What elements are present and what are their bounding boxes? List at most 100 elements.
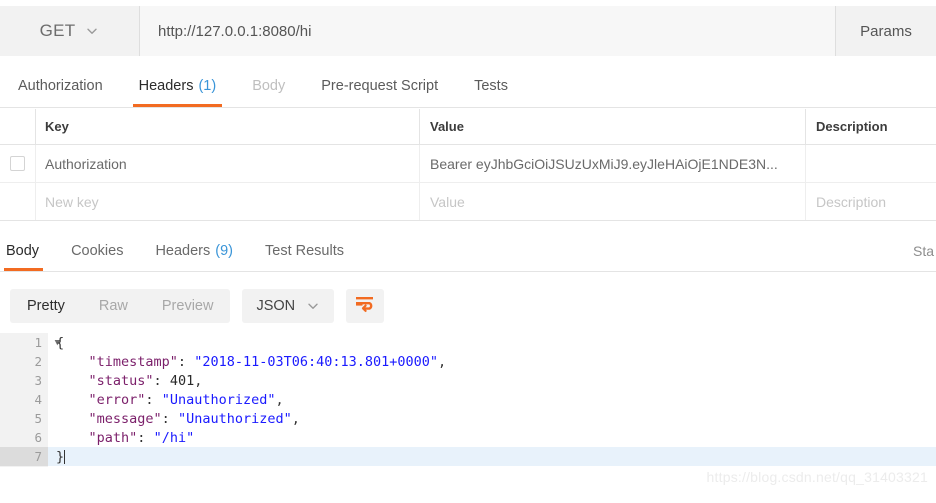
code-token: { (56, 334, 65, 351)
code-token: : (153, 372, 170, 389)
column-header-description-label: Description (816, 119, 888, 134)
response-tab-headers-count: (9) (215, 242, 233, 259)
tab-pre-request-script-label: Pre-request Script (321, 77, 439, 94)
response-tab-headers-label: Headers (155, 242, 211, 259)
tab-body-label: Body (252, 77, 286, 94)
code-line[interactable]: "message": "Unauthorized", (48, 409, 936, 428)
row-description-input[interactable] (806, 145, 936, 182)
code-token: : (161, 410, 178, 427)
new-row-description-input[interactable]: Description (806, 183, 936, 220)
response-body-editor[interactable]: 1 ▼ 2 3 4 5 6 7 { "timestamp": "2018-11-03T06:4… (0, 333, 936, 467)
postman-window: GET http://127.0.0.1:8080/hi Params Auth… (0, 0, 936, 503)
code-token: 401 (169, 372, 195, 389)
response-tab-cookies[interactable]: Cookies (55, 230, 139, 271)
tab-headers-count: (1) (198, 77, 217, 94)
row-checkbox[interactable] (10, 156, 25, 171)
line-number-label: 6 (34, 430, 42, 445)
new-row-value-input[interactable]: Value (420, 183, 806, 220)
view-mode-pretty-label: Pretty (27, 298, 65, 314)
language-selector[interactable]: JSON (242, 289, 335, 323)
code-token: "2018-11-03T06:40:13.801+0000" (194, 353, 439, 370)
line-number: 5 (0, 409, 48, 428)
response-tab-headers[interactable]: Headers (9) (139, 230, 249, 271)
response-tab-test-results[interactable]: Test Results (249, 230, 360, 271)
request-tab-bar: Authorization Headers (1) Body Pre-reque… (0, 64, 936, 108)
code-token: "Unauthorized" (161, 391, 276, 408)
language-selector-label: JSON (256, 298, 296, 314)
tab-headers[interactable]: Headers (1) (121, 64, 235, 107)
code-token: "Unauthorized" (177, 410, 292, 427)
line-number-label: 7 (34, 449, 42, 464)
code-line[interactable]: "timestamp": "2018-11-03T06:40:13.801+00… (48, 352, 936, 371)
http-method-label: GET (39, 21, 76, 40)
params-button-label: Params (860, 22, 912, 40)
chevron-down-icon (85, 24, 99, 38)
line-number: 3 (0, 371, 48, 390)
tab-body[interactable]: Body (234, 64, 303, 107)
editor-code-area[interactable]: { "timestamp": "2018-11-03T06:40:13.801+… (48, 333, 936, 467)
code-line[interactable]: "status": 401, (48, 371, 936, 390)
row-key-input[interactable]: Authorization (36, 145, 420, 182)
view-mode-raw[interactable]: Raw (82, 289, 145, 323)
line-number-label: 5 (34, 411, 42, 426)
request-url-value: http://127.0.0.1:8080/hi (158, 22, 312, 40)
chevron-down-icon (306, 299, 320, 313)
request-url-bar: GET http://127.0.0.1:8080/hi Params (0, 6, 936, 56)
tab-headers-label: Headers (138, 77, 194, 94)
new-row-description-placeholder: Description (816, 193, 887, 210)
http-method-selector[interactable]: GET (0, 6, 140, 56)
column-header-key: Key (36, 109, 420, 144)
line-number-label: 1 (34, 335, 42, 350)
line-number-label: 3 (34, 373, 42, 388)
view-mode-preview[interactable]: Preview (145, 289, 231, 323)
new-row-key-placeholder: New key (45, 193, 99, 210)
code-token: "error" (88, 391, 146, 408)
line-number: 1 ▼ (0, 333, 60, 352)
response-tab-body-label: Body (6, 242, 40, 259)
response-tab-bar: Body Cookies Headers (9) Test Results St… (0, 230, 936, 272)
code-line[interactable]: } (48, 447, 936, 466)
table-row-new[interactable]: New key Value Description (0, 183, 936, 221)
code-line[interactable]: "path": "/hi" (48, 428, 936, 447)
response-format-toolbar: Pretty Raw Preview JSON (0, 280, 936, 332)
line-number: 7 (0, 447, 48, 466)
word-wrap-button[interactable] (346, 289, 385, 323)
text-cursor (64, 449, 66, 464)
code-line[interactable]: "error": "Unauthorized", (48, 390, 936, 409)
code-token: , (438, 353, 447, 370)
response-tab-body[interactable]: Body (0, 230, 55, 271)
editor-line-number-gutter: 1 ▼ 2 3 4 5 6 7 (0, 333, 60, 467)
row-checkbox-cell (0, 145, 36, 182)
code-token: , (275, 391, 284, 408)
header-row-checkbox-col (0, 109, 36, 144)
response-tab-test-results-label: Test Results (265, 242, 344, 259)
line-number: 6 (0, 428, 48, 447)
params-button[interactable]: Params (836, 6, 936, 56)
new-row-checkbox-cell (0, 183, 36, 220)
line-number: 2 (0, 352, 48, 371)
new-row-key-input[interactable]: New key (36, 183, 420, 220)
column-header-value: Value (420, 109, 806, 144)
tab-authorization[interactable]: Authorization (0, 64, 121, 107)
row-key-value: Authorization (45, 155, 127, 172)
row-value-input[interactable]: Bearer eyJhbGciOiJSUzUxMiJ9.eyJleHAiOjE1… (420, 145, 806, 182)
code-token: "status" (88, 372, 154, 389)
table-row[interactable]: Authorization Bearer eyJhbGciOiJSUzUxMiJ… (0, 145, 936, 183)
column-header-key-label: Key (45, 119, 69, 134)
code-line[interactable]: { (48, 333, 936, 352)
tab-pre-request-script[interactable]: Pre-request Script (303, 64, 456, 107)
line-number-label: 2 (34, 354, 42, 369)
code-token: : (177, 353, 195, 370)
headers-table-header-row: Key Value Description (0, 109, 936, 145)
code-token: "path" (88, 429, 138, 446)
response-status-text: Sta (912, 242, 934, 259)
view-mode-pretty[interactable]: Pretty (10, 289, 82, 323)
code-token: "/hi" (153, 429, 195, 446)
request-url-input[interactable]: http://127.0.0.1:8080/hi (140, 6, 836, 56)
new-row-value-placeholder: Value (430, 193, 465, 210)
tab-tests[interactable]: Tests (456, 64, 526, 107)
view-mode-raw-label: Raw (98, 298, 128, 314)
